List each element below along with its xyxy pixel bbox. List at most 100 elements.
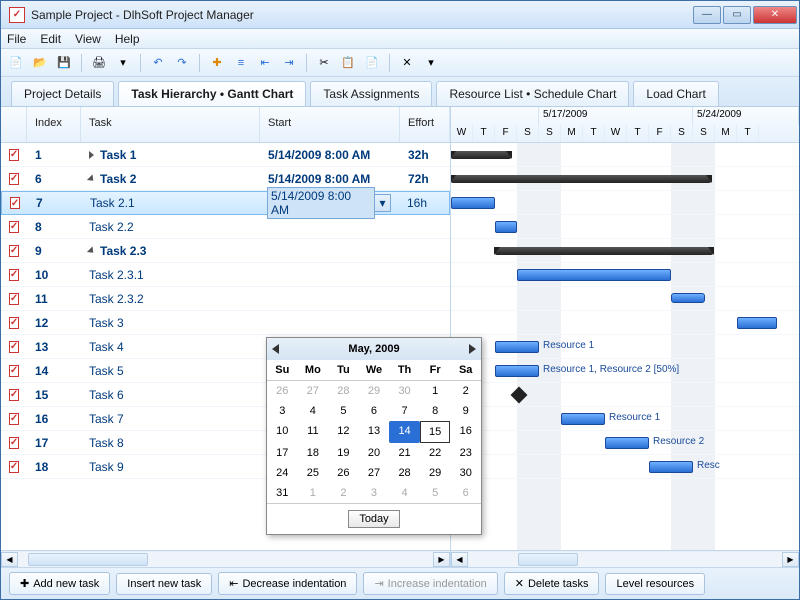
gantt-task-bar[interactable] <box>649 461 693 473</box>
calendar-prev-button[interactable] <box>272 344 279 354</box>
decrease-indent-button[interactable]: ⇤Decrease indentation <box>218 572 357 595</box>
calendar-day[interactable]: 26 <box>267 381 298 401</box>
gantt-task-bar[interactable] <box>495 341 539 353</box>
undo-icon[interactable]: ↶ <box>149 54 167 72</box>
calendar-day[interactable]: 28 <box>328 381 359 401</box>
calendar-day[interactable]: 23 <box>450 443 481 463</box>
minimize-button[interactable]: — <box>693 6 721 24</box>
gantt-task-bar[interactable] <box>517 269 671 281</box>
calendar-day[interactable]: 29 <box>420 463 451 483</box>
calendar-day[interactable]: 5 <box>328 401 359 421</box>
task-row[interactable]: ✓7Task 2.15/14/2009 8:00 AM▾16h <box>1 191 450 215</box>
delete-icon[interactable]: ✕ <box>398 54 416 72</box>
task-name-cell[interactable]: Task 6 <box>81 388 260 402</box>
gantt-hscroll[interactable]: ◀ ▶ <box>451 550 799 567</box>
gantt-task-bar[interactable] <box>495 365 539 377</box>
calendar-day[interactable]: 17 <box>267 443 298 463</box>
calendar-day[interactable]: 2 <box>328 483 359 503</box>
dropdown-icon[interactable]: ▾ <box>375 194 391 212</box>
task-name-cell[interactable]: Task 2.3.2 <box>81 292 260 306</box>
calendar-day[interactable]: 6 <box>450 483 481 503</box>
level-resources-button[interactable]: Level resources <box>605 573 705 595</box>
calendar-day[interactable]: 3 <box>359 483 390 503</box>
collapse-icon[interactable] <box>87 174 96 183</box>
dropdown2-icon[interactable]: ▾ <box>422 54 440 72</box>
dropdown-icon[interactable]: ▾ <box>114 54 132 72</box>
task-name-cell[interactable]: Task 2.2 <box>81 220 260 234</box>
tab-project-details[interactable]: Project Details <box>11 81 114 106</box>
task-row[interactable]: ✓12Task 3 <box>1 311 450 335</box>
calendar-day[interactable]: 27 <box>359 463 390 483</box>
task-name-cell[interactable]: Task 5 <box>81 364 260 378</box>
start-date-editor[interactable]: 5/14/2009 8:00 AM▾ <box>267 187 391 219</box>
menu-help[interactable]: Help <box>115 32 140 46</box>
calendar-day[interactable]: 7 <box>389 401 420 421</box>
menu-file[interactable]: File <box>7 32 26 46</box>
gantt-summary-bar[interactable] <box>451 175 711 183</box>
calendar-day[interactable]: 5 <box>420 483 451 503</box>
paste-icon[interactable]: 📄 <box>363 54 381 72</box>
calendar-day[interactable]: 26 <box>328 463 359 483</box>
calendar-day[interactable]: 25 <box>298 463 329 483</box>
cut-icon[interactable]: ✂ <box>315 54 333 72</box>
calendar-today-button[interactable]: Today <box>348 510 399 528</box>
indent-icon[interactable]: ⇥ <box>280 54 298 72</box>
gantt-task-bar[interactable] <box>451 197 495 209</box>
calendar-day[interactable]: 19 <box>328 443 359 463</box>
col-start[interactable]: Start <box>260 107 400 142</box>
close-button[interactable]: ✕ <box>753 6 797 24</box>
task-name-cell[interactable]: Task 8 <box>81 436 260 450</box>
menu-edit[interactable]: Edit <box>40 32 61 46</box>
calendar-day[interactable]: 12 <box>328 421 359 443</box>
calendar-day[interactable]: 22 <box>420 443 451 463</box>
calendar-day[interactable]: 14 <box>389 421 420 443</box>
col-index[interactable]: Index <box>27 107 81 142</box>
calendar-day[interactable]: 10 <box>267 421 298 443</box>
task-name-cell[interactable]: Task 9 <box>81 460 260 474</box>
tab-resource-list[interactable]: Resource List • Schedule Chart <box>436 81 629 106</box>
task-row[interactable]: ✓1Task 15/14/2009 8:00 AM32h <box>1 143 450 167</box>
calendar-day[interactable]: 30 <box>389 381 420 401</box>
tab-load-chart[interactable]: Load Chart <box>633 81 718 106</box>
gantt-task-bar[interactable] <box>671 293 705 303</box>
redo-icon[interactable]: ↷ <box>173 54 191 72</box>
tab-task-assignments[interactable]: Task Assignments <box>310 81 432 106</box>
task-name-cell[interactable]: Task 2.3.1 <box>81 268 260 282</box>
effort-cell[interactable]: 16h <box>399 196 449 210</box>
increase-indent-button[interactable]: ⇥Increase indentation <box>363 572 497 595</box>
calendar-day[interactable]: 4 <box>389 483 420 503</box>
gantt-summary-bar[interactable] <box>495 247 713 255</box>
insert-task-icon[interactable]: ≡ <box>232 54 250 72</box>
task-name-cell[interactable]: Task 4 <box>81 340 260 354</box>
calendar-day[interactable]: 4 <box>298 401 329 421</box>
calendar-day[interactable]: 9 <box>450 401 481 421</box>
task-row[interactable]: ✓9Task 2.3 <box>1 239 450 263</box>
calendar-next-button[interactable] <box>469 344 476 354</box>
gantt-task-bar[interactable] <box>561 413 605 425</box>
calendar-day[interactable]: 1 <box>420 381 451 401</box>
calendar-day[interactable]: 8 <box>420 401 451 421</box>
task-name-cell[interactable]: Task 2.3 <box>81 244 260 258</box>
calendar-day[interactable]: 16 <box>450 421 481 443</box>
calendar-day[interactable]: 15 <box>420 421 451 443</box>
gantt-task-bar[interactable] <box>737 317 777 329</box>
collapse-icon[interactable] <box>87 246 96 255</box>
calendar-day[interactable]: 31 <box>267 483 298 503</box>
calendar-day[interactable]: 29 <box>359 381 390 401</box>
calendar-day[interactable]: 27 <box>298 381 329 401</box>
gantt-task-bar[interactable] <box>495 221 517 233</box>
calendar-day[interactable]: 3 <box>267 401 298 421</box>
start-cell[interactable]: 5/14/2009 8:00 AM <box>260 148 400 162</box>
calendar-day[interactable]: 6 <box>359 401 390 421</box>
effort-cell[interactable]: 32h <box>400 148 450 162</box>
col-task[interactable]: Task <box>81 107 260 142</box>
start-cell[interactable]: 5/14/2009 8:00 AM <box>260 172 400 186</box>
insert-new-task-button[interactable]: Insert new task <box>116 573 212 595</box>
add-task-icon[interactable]: ✚ <box>208 54 226 72</box>
task-name-cell[interactable]: Task 2.1 <box>82 196 259 210</box>
gantt-summary-bar[interactable] <box>451 151 511 159</box>
add-new-task-button[interactable]: ✚Add new task <box>9 572 110 595</box>
outdent-icon[interactable]: ⇤ <box>256 54 274 72</box>
task-name-cell[interactable]: Task 2 <box>81 172 260 186</box>
task-name-cell[interactable]: Task 3 <box>81 316 260 330</box>
